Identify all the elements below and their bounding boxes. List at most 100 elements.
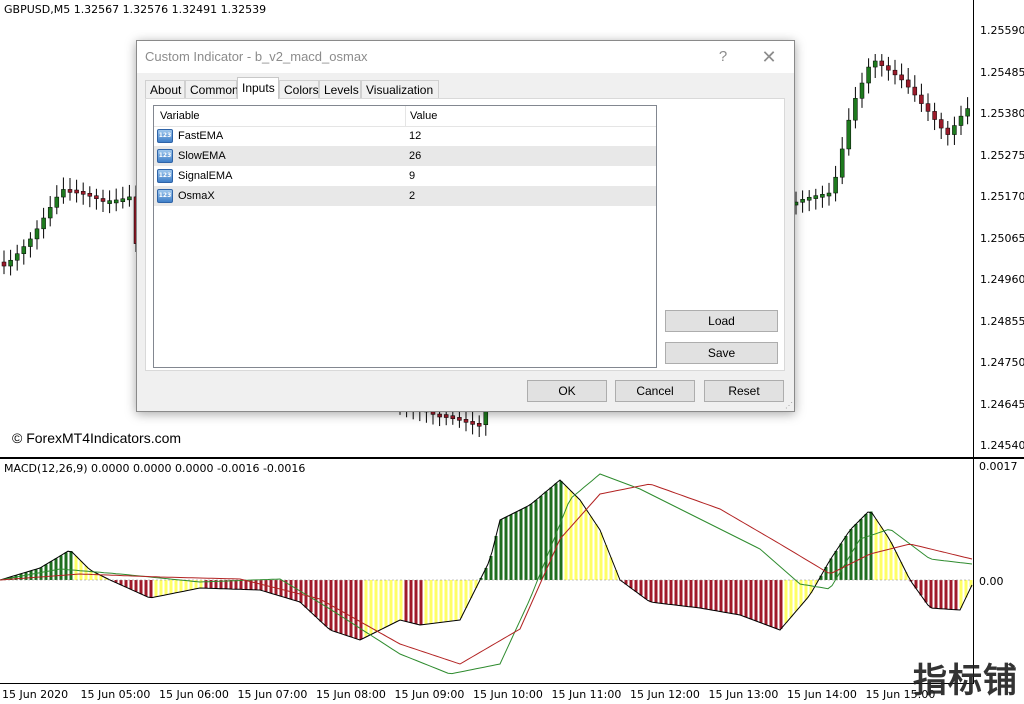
input-value[interactable]: 26 xyxy=(409,150,421,162)
candle-body xyxy=(938,119,944,129)
candle-body xyxy=(820,194,825,198)
time-axis-label: 15 Jun 06:00 xyxy=(159,688,229,701)
candle-body xyxy=(100,198,106,202)
time-axis-label: 15 Jun 2020 xyxy=(2,688,69,701)
column-separator[interactable] xyxy=(405,106,406,126)
save-button[interactable]: Save xyxy=(665,342,778,364)
candle-body xyxy=(905,79,911,88)
candle-body xyxy=(443,414,449,418)
candle-body xyxy=(899,74,904,81)
input-value[interactable]: 2 xyxy=(409,190,415,202)
candle-body xyxy=(813,195,819,199)
tab-visualization[interactable]: Visualization xyxy=(361,80,439,98)
candle-body xyxy=(912,86,918,96)
input-row[interactable]: 123 SignalEMA 9 xyxy=(154,166,656,186)
resize-grip-icon[interactable]: ⋰ xyxy=(785,402,793,410)
price-chart-title: GBPUSD,M5 1.32567 1.32576 1.32491 1.3253… xyxy=(4,3,267,16)
candle-body xyxy=(866,66,871,84)
numeric-param-icon: 123 xyxy=(157,129,173,143)
tab-levels[interactable]: Levels xyxy=(319,80,361,98)
watermark: © ForexMT4Indicators.com xyxy=(12,430,182,446)
numeric-param-icon: 123 xyxy=(157,189,173,203)
input-row[interactable]: 123 FastEMA 12 xyxy=(154,126,656,146)
reset-button[interactable]: Reset xyxy=(704,380,784,402)
dialog-title: Custom Indicator - b_v2_macd_osmax xyxy=(145,49,368,64)
candle-body xyxy=(826,192,832,197)
price-axis-label: 1.25590 xyxy=(980,24,1024,37)
candle-body xyxy=(127,196,132,201)
column-header-value[interactable]: Value xyxy=(410,110,437,122)
candle-body xyxy=(61,189,66,198)
candle-body xyxy=(839,148,845,178)
candle-body xyxy=(21,246,27,254)
time-axis-label: 15 Jun 07:00 xyxy=(237,688,308,701)
price-axis-label: 1.25275 xyxy=(980,148,1024,162)
time-axis-label: 15 Jun 13:00 xyxy=(708,688,779,701)
macd-chart[interactable] xyxy=(0,459,1024,689)
candle-body xyxy=(107,200,112,204)
time-axis-label: 15 Jun 12:00 xyxy=(630,688,700,701)
candle-body xyxy=(886,65,891,71)
macd-axis-label-zero: 0.00 xyxy=(979,575,1004,588)
macd-axis-label-top: 0.0017 xyxy=(979,460,1018,473)
price-axis-label: 1.24540 xyxy=(980,439,1024,452)
candle-body xyxy=(437,413,442,418)
time-axis-line xyxy=(0,683,974,684)
tab-inputs[interactable]: Inputs xyxy=(237,77,279,99)
tab-about[interactable]: About xyxy=(145,80,185,98)
candle-body xyxy=(87,192,93,197)
candle-body xyxy=(463,419,469,423)
candle-body xyxy=(965,108,970,117)
input-value[interactable]: 12 xyxy=(409,130,421,142)
help-button[interactable]: ? xyxy=(708,45,738,69)
cancel-button[interactable]: Cancel xyxy=(615,380,695,402)
price-axis-label: 1.24750 xyxy=(980,356,1024,369)
price-axis-label: 1.25170 xyxy=(980,190,1024,203)
candle-body xyxy=(41,217,46,230)
custom-indicator-dialog: Custom Indicator - b_v2_macd_osmax ? ✕ A… xyxy=(136,40,795,412)
candle-body xyxy=(120,198,126,202)
candle-body xyxy=(34,228,40,240)
tab-colors[interactable]: Colors xyxy=(279,80,319,98)
price-axis-label: 1.24645 xyxy=(980,397,1024,411)
candle-body xyxy=(892,69,898,76)
candle-body xyxy=(853,98,858,121)
dialog-titlebar[interactable]: Custom Indicator - b_v2_macd_osmax ? ✕ xyxy=(137,41,794,73)
candle-body xyxy=(94,195,99,199)
candle-body xyxy=(925,103,931,112)
osma-outline xyxy=(0,479,973,641)
time-axis-label: 15 Jun 08:00 xyxy=(316,688,386,701)
price-axis-label: 1.25065 xyxy=(980,231,1024,245)
candle-body xyxy=(846,119,852,150)
candle-body xyxy=(952,125,957,135)
candle-body xyxy=(800,199,805,203)
candle-body xyxy=(74,189,79,194)
input-row[interactable]: 123 OsmaX 2 xyxy=(154,186,656,206)
candle-body xyxy=(28,238,33,247)
inputs-grid[interactable]: Variable Value 123 FastEMA 12 123 SlowEM… xyxy=(153,105,657,368)
price-axis-label: 1.24855 xyxy=(980,314,1024,328)
candle-body xyxy=(476,423,482,427)
input-row[interactable]: 123 SlowEMA 26 xyxy=(154,146,656,166)
candle-body xyxy=(80,191,86,195)
column-header-variable[interactable]: Variable xyxy=(160,110,200,122)
ok-button[interactable]: OK xyxy=(527,380,607,402)
candle-body xyxy=(806,196,812,201)
input-variable: SignalEMA xyxy=(178,170,233,182)
close-button[interactable]: ✕ xyxy=(754,45,784,69)
macd-axis-line xyxy=(973,459,974,683)
candle-body xyxy=(8,259,13,267)
macd-chart-title: MACD(12,26,9) 0.0000 0.0000 0.0000 -0.00… xyxy=(4,462,306,475)
candle-body xyxy=(879,60,885,66)
candle-body xyxy=(1,261,7,267)
candle-body xyxy=(67,189,73,193)
time-axis-label: 15 Jun 05:00 xyxy=(80,688,151,701)
price-axis-label: 1.24960 xyxy=(980,273,1024,286)
tab-common[interactable]: Common xyxy=(185,80,239,98)
candle-body xyxy=(958,115,964,126)
candle-body xyxy=(113,199,119,204)
candle-body xyxy=(450,415,456,419)
time-axis-label: 15 Jun 11:00 xyxy=(551,688,622,701)
load-button[interactable]: Load xyxy=(665,310,778,332)
input-value[interactable]: 9 xyxy=(409,170,415,182)
